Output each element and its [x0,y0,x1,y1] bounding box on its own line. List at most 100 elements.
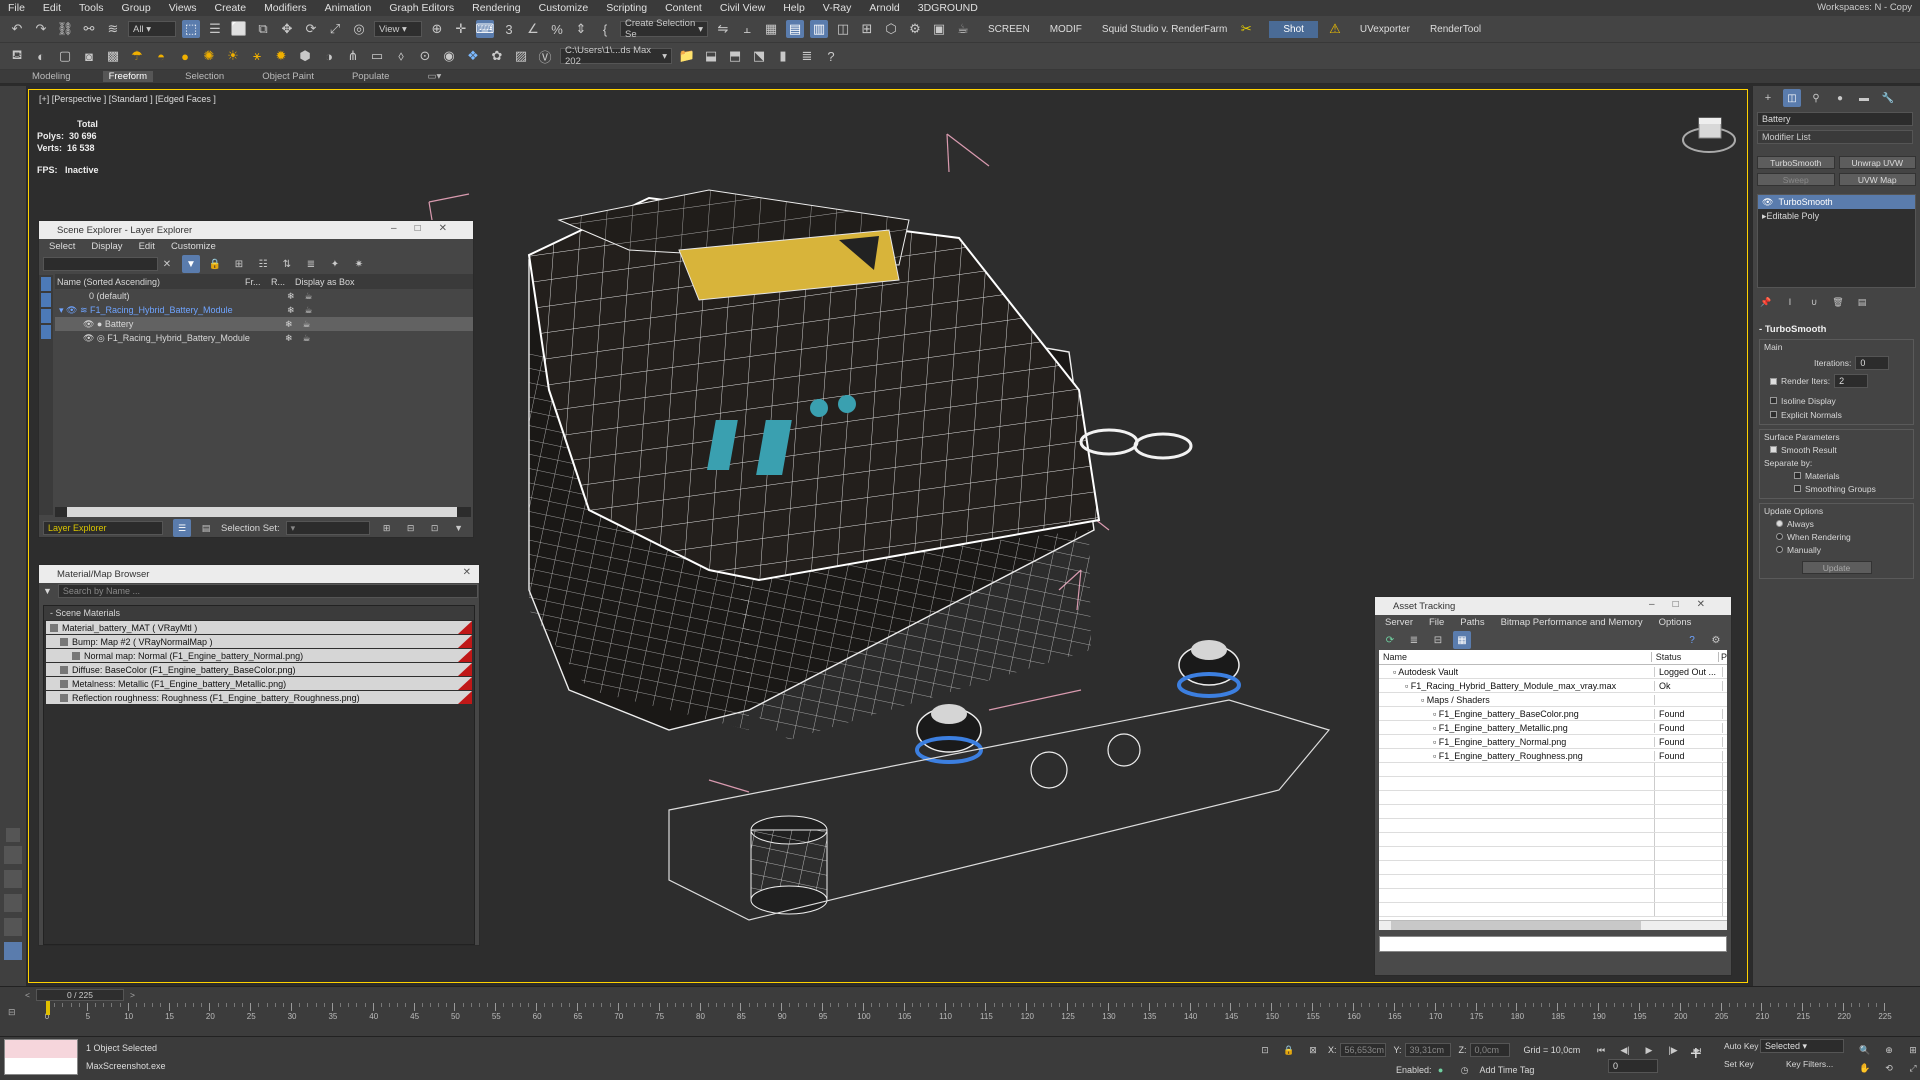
link-icon[interactable]: ⛓ [56,20,74,38]
options-icon[interactable]: ⚙ [1707,631,1725,649]
scene-materials-header[interactable]: - Scene Materials [44,606,474,620]
menu-item-file[interactable]: File [8,2,25,14]
z-coordinate[interactable]: 0,0cm [1469,1043,1510,1057]
goto-start-icon[interactable]: ⏮ [1592,1041,1610,1059]
tree-row[interactable]: 👁 ◎ F1_Racing_Hybrid_Battery_Module ❄ ☕ [55,331,473,345]
tree-view-icon[interactable]: ⊟ [1429,631,1447,649]
tree-row[interactable]: 👁 ● Battery ❄ ☕ [55,317,473,331]
light-mesh-icon[interactable]: ✺ [200,47,218,65]
asset-row[interactable]: ▫ F1_Engine_battery_BaseColor.png Found [1379,707,1727,721]
manually-radio[interactable] [1776,546,1783,553]
object-view-icon[interactable]: ▤ [197,519,215,537]
close-icon[interactable]: ✕ [463,567,471,578]
timeline-track[interactable]: 0 5 10 15 20 25 30 35 40 45 50 55 60 65 70 75 80 85 90 95 10… [45,1001,1896,1033]
ribbon-tab-modeling[interactable]: Modeling [26,71,77,82]
add-time-tag[interactable]: Add Time Tag [1480,1065,1535,1075]
object-name-field[interactable]: Battery [1757,112,1913,126]
scene-explorer-icon[interactable]: ▦ [762,20,780,38]
warning-icon[interactable]: ⚠ [1326,20,1344,38]
smoothing-groups-checkbox[interactable] [1794,485,1801,492]
redo-icon[interactable]: ↷ [32,20,50,38]
ribbon-options-icon[interactable]: ▭▾ [421,71,447,82]
menu-item-rendering[interactable]: Rendering [472,2,520,14]
rendered-frame-window-icon[interactable]: ▣ [930,20,948,38]
explorer-menu-edit[interactable]: Edit [139,241,155,252]
asset-row[interactable]: ▫ F1_Engine_battery_Roughness.png Found [1379,749,1727,763]
explorer-menu-display[interactable]: Display [91,241,122,252]
selection-filter-dropdown[interactable]: All ▾ [128,21,176,37]
sort-icon[interactable]: ⇅ [278,255,296,273]
render-iters-spinner[interactable]: 2 [1834,374,1869,388]
asset-tracking-titlebar[interactable]: Asset Tracking –□✕ [1375,597,1731,615]
orbit-icon[interactable]: ⟲ [1880,1059,1898,1077]
asset-scrollbar[interactable] [1379,920,1727,930]
light-spot-icon[interactable]: ☀ [224,47,242,65]
window-controls[interactable]: –□✕ [1649,599,1723,610]
zoom-all-icon[interactable]: ⊕ [1880,1041,1898,1059]
lightmix-icon[interactable]: ✿ [488,47,506,65]
isoline-checkbox[interactable] [1770,397,1777,404]
workspaces[interactable]: Workspaces: N - Copy [1817,2,1912,13]
asset-menu-options[interactable]: Options [1659,617,1692,628]
remove-modifier-icon[interactable]: 🗑 [1829,293,1847,311]
render-production-icon[interactable]: ☕ [954,20,972,38]
pin-stack-icon[interactable]: 📌 [1757,293,1775,311]
menu-item-animation[interactable]: Animation [325,2,372,14]
scene-explorer-search[interactable] [43,257,158,271]
menu-item-modifiers[interactable]: Modifiers [264,2,307,14]
align-icon[interactable]: ⫠ [738,20,756,38]
tree-row[interactable]: ▾ 👁 ≋ F1_Racing_Hybrid_Battery_Module ❄ ☕ [55,303,473,317]
render-iters-checkbox[interactable] [1770,377,1777,385]
squid-renderfarm-label[interactable]: Squid Studio v. RenderFarm [1102,24,1227,35]
menu-item-civil-view[interactable]: Civil View [720,2,765,14]
asset-menu-server[interactable]: Server [1385,617,1413,628]
keyboard-shortcut-override-icon[interactable]: ⌨ [476,20,494,38]
proxy-icon[interactable]: ⬢ [296,47,314,65]
asset-menu-bitmap-performance-and-memory[interactable]: Bitmap Performance and Memory [1501,617,1643,628]
menu-item-views[interactable]: Views [169,2,197,14]
material-row[interactable]: Bump: Map #2 ( VRayNormalMap ) [46,635,472,648]
key-mode-dropdown[interactable]: Selected ▾ [1760,1039,1844,1053]
angle-snap-icon[interactable]: ∠ [524,20,542,38]
move-icon[interactable]: ✥ [278,20,296,38]
key-filters-button[interactable]: Key Filters... [1786,1059,1833,1069]
colors-icon[interactable]: ❖ [464,47,482,65]
layers-icon[interactable]: ≣ [302,255,320,273]
vray-material-icon[interactable]: ◉ [440,47,458,65]
spinner-snap-icon[interactable]: ⇕ [572,20,590,38]
zoom-extents-icon[interactable]: ⊞ [1904,1041,1920,1059]
selset-filter-icon[interactable]: ▼ [450,519,468,537]
edit-named-selection-icon[interactable]: { [596,20,614,38]
play-viewport-icon[interactable] [6,828,20,842]
asset-row[interactable]: ▫ F1_Engine_battery_Metallic.png Found [1379,721,1727,735]
percent-snap-icon[interactable]: % [548,20,566,38]
timeline-toggle-icon[interactable]: ⊟ [8,1007,16,1018]
selection-set-dropdown[interactable]: ▾ [285,521,370,535]
menu-item-graph-editors[interactable]: Graph Editors [389,2,454,14]
select-manipulate-icon[interactable]: ✛ [452,20,470,38]
lock-icon[interactable]: 🔒 [206,255,224,273]
stack-item-editable-poly[interactable]: ▸ Editable Poly [1758,209,1915,223]
material-editor-icon[interactable]: ⬡ [882,20,900,38]
smooth-result-checkbox[interactable] [1770,446,1777,453]
open-folder-icon[interactable]: 📁 [678,47,696,65]
save-scene-icon[interactable]: ⬓ [702,47,720,65]
chart-icon[interactable]: ▮ [774,47,792,65]
configure-sets-icon[interactable]: ▤ [1853,293,1871,311]
always-radio[interactable] [1776,520,1783,527]
scissors-icon[interactable]: ✂ [1237,20,1255,38]
selset-remove-icon[interactable]: ⊟ [402,519,420,537]
bind-spacewarp-icon[interactable]: ≋ [104,20,122,38]
shot-button[interactable]: Shot [1269,20,1318,38]
x-coordinate[interactable]: 56,653cm [1339,1043,1386,1057]
next-frame-icon[interactable]: |▶ [1664,1041,1682,1059]
layout-tabs[interactable] [4,846,22,966]
viewcube[interactable] [1682,117,1736,153]
ribbon-tab-selection[interactable]: Selection [179,71,230,82]
asset-menu-file[interactable]: File [1429,617,1444,628]
menu-item-help[interactable]: Help [783,2,805,14]
project-path-dropdown[interactable]: C:\Users\1\...ds Max 202 ▾ [560,45,672,67]
explicit-normals-checkbox[interactable] [1770,411,1777,418]
menu-item-scripting[interactable]: Scripting [606,2,647,14]
maximize-viewport-icon[interactable]: ⤢ [1904,1059,1920,1077]
